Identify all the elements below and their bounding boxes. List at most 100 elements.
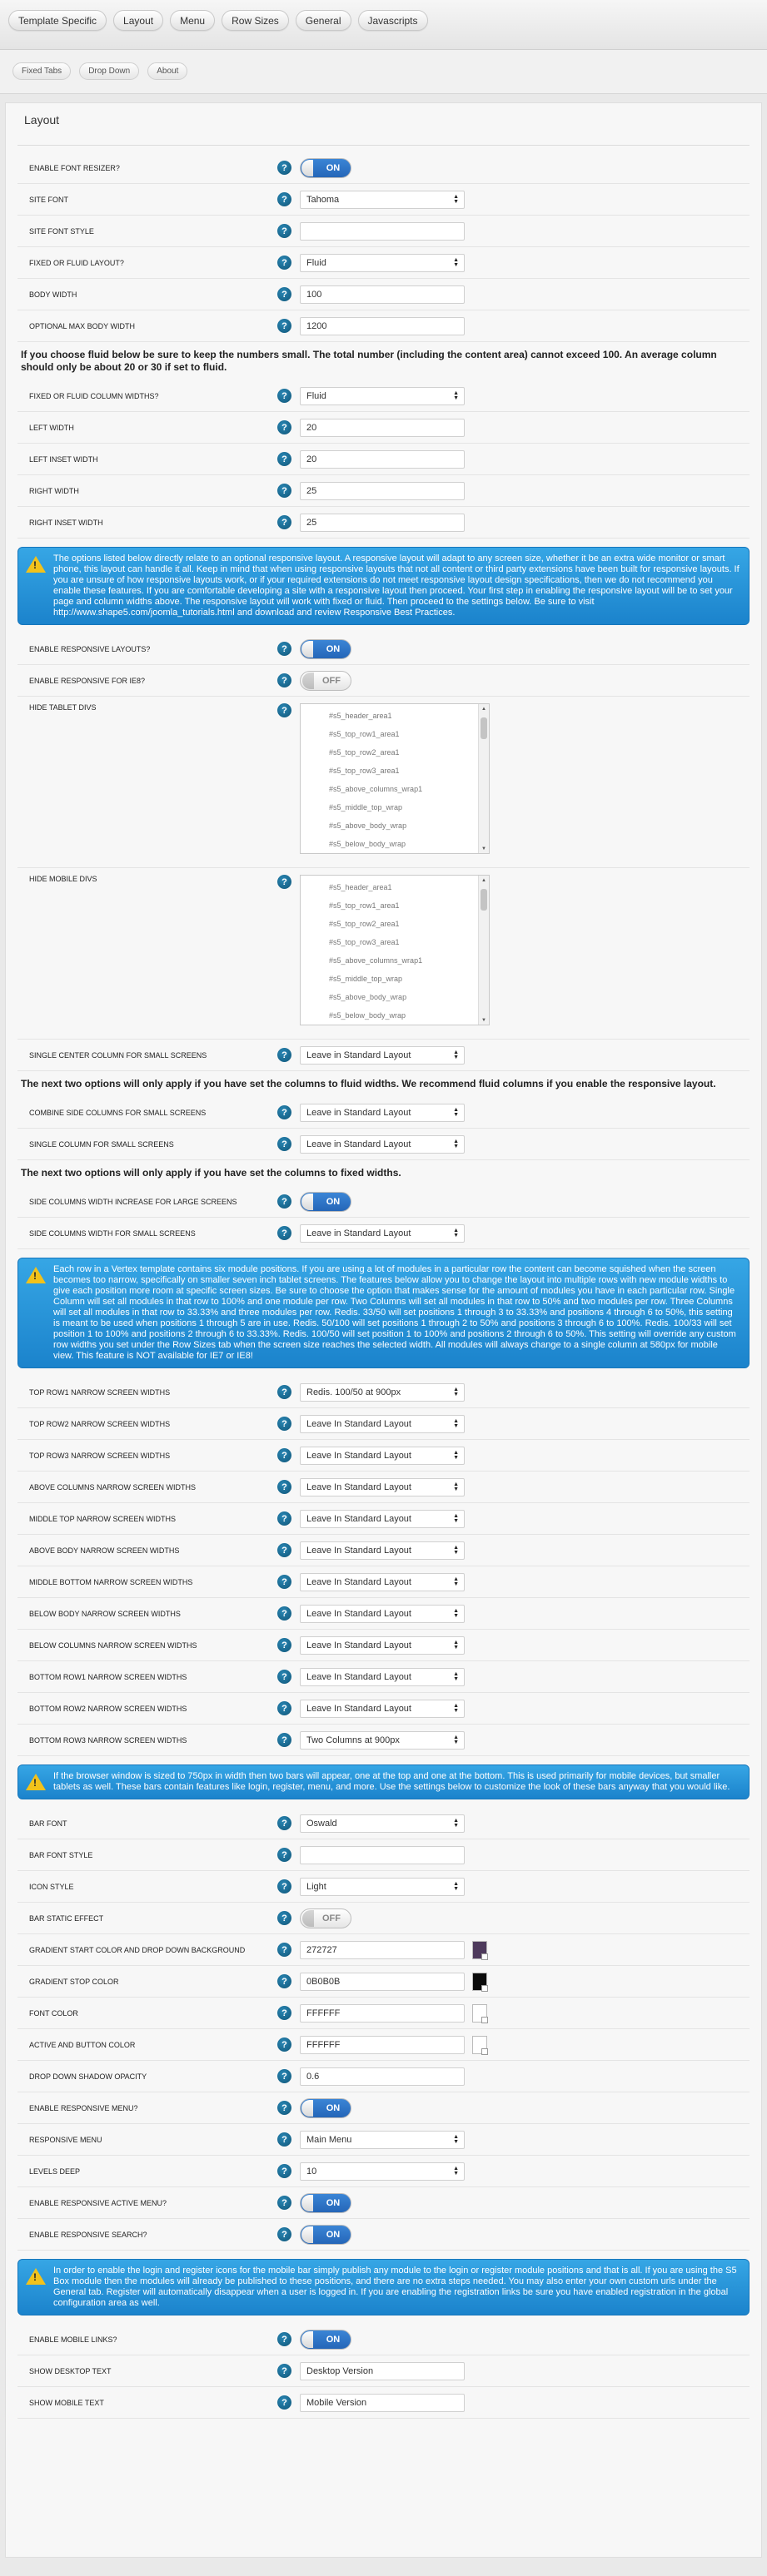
select-dropdown[interactable]: Leave in Standard Layout ▲ ▼ (300, 1134, 465, 1154)
help-icon[interactable]: ? (277, 1417, 291, 1431)
list-option[interactable]: #s5_middle_top_wrap (301, 970, 489, 988)
help-icon[interactable]: ? (277, 1974, 291, 1988)
subtab-about[interactable]: About (147, 62, 188, 80)
select-dropdown[interactable]: Redis. 100/50 at 900px ▲ ▼ (300, 1382, 465, 1402)
list-option[interactable]: #s5_above_columns_wrap1 (301, 951, 489, 970)
help-icon[interactable]: ? (277, 1226, 291, 1240)
tab-row-sizes[interactable]: Row Sizes (222, 10, 289, 31)
color-swatch[interactable] (472, 1940, 488, 1960)
help-icon[interactable]: ? (277, 1606, 291, 1621)
help-icon[interactable]: ? (277, 1480, 291, 1494)
text-input[interactable]: 272727 (300, 1940, 465, 1959)
help-icon[interactable]: ? (277, 452, 291, 466)
help-icon[interactable]: ? (277, 484, 291, 498)
help-icon[interactable]: ? (277, 642, 291, 656)
help-icon[interactable]: ? (277, 2132, 291, 2147)
text-input[interactable]: FFFFFF (300, 2035, 465, 2054)
list-option[interactable]: #s5_top_row1_area1 (301, 725, 489, 743)
help-icon[interactable]: ? (277, 875, 291, 889)
scroll-down-icon[interactable]: ▼ (481, 1018, 486, 1023)
help-icon[interactable]: ? (277, 2006, 291, 2020)
text-input[interactable] (300, 221, 465, 241)
help-icon[interactable]: ? (277, 420, 291, 434)
help-icon[interactable]: ? (277, 2037, 291, 2052)
help-icon[interactable]: ? (277, 1848, 291, 1862)
help-icon[interactable]: ? (277, 2069, 291, 2083)
text-input[interactable]: 20 (300, 449, 465, 469)
select-dropdown[interactable]: Leave in Standard Layout ▲ ▼ (300, 1103, 465, 1122)
help-icon[interactable]: ? (277, 256, 291, 270)
text-input[interactable]: 1200 (300, 316, 465, 335)
text-input[interactable]: 20 (300, 418, 465, 437)
help-icon[interactable]: ? (277, 703, 291, 717)
help-icon[interactable]: ? (277, 1943, 291, 1957)
select-dropdown[interactable]: Leave In Standard Layout ▲ ▼ (300, 1541, 465, 1560)
select-dropdown[interactable]: Leave In Standard Layout ▲ ▼ (300, 1635, 465, 1655)
list-option[interactable]: #s5_below_body_wrap (301, 1006, 489, 1025)
select-dropdown[interactable]: 10 ▲ ▼ (300, 2162, 465, 2181)
help-icon[interactable]: ? (277, 2196, 291, 2210)
list-option[interactable]: #s5_above_columns_wrap1 (301, 780, 489, 798)
help-icon[interactable]: ? (277, 1385, 291, 1399)
help-icon[interactable]: ? (277, 1701, 291, 1715)
select-dropdown[interactable]: Leave In Standard Layout ▲ ▼ (300, 1572, 465, 1591)
help-icon[interactable]: ? (277, 2364, 291, 2378)
tab-layout[interactable]: Layout (113, 10, 164, 31)
text-input[interactable]: 0B0B0B (300, 1972, 465, 1991)
list-option[interactable]: #s5_top_row2_area1 (301, 915, 489, 933)
scroll-down-icon[interactable]: ▼ (481, 846, 486, 851)
help-icon[interactable]: ? (277, 2332, 291, 2346)
scroll-up-icon[interactable]: ▲ (481, 878, 486, 883)
text-input[interactable]: 0.6 (300, 2067, 465, 2086)
scroll-up-icon[interactable]: ▲ (481, 707, 486, 712)
text-input[interactable]: 100 (300, 285, 465, 304)
tab-template-specific[interactable]: Template Specific (8, 10, 107, 31)
list-option[interactable]: #s5_top_row1_area1 (301, 896, 489, 915)
multi-select-list[interactable]: #s5_header_area1 #s5_top_row1_area1 #s5_to… (300, 703, 490, 854)
subtab-drop-down[interactable]: Drop Down (79, 62, 140, 80)
help-icon[interactable]: ? (277, 224, 291, 238)
select-dropdown[interactable]: Two Columns at 900px ▲ ▼ (300, 1730, 465, 1750)
help-icon[interactable]: ? (277, 1879, 291, 1894)
select-dropdown[interactable]: Leave In Standard Layout ▲ ▼ (300, 1477, 465, 1496)
toggle-switch[interactable]: OFF (300, 670, 351, 691)
toggle-switch[interactable]: ON (300, 2224, 351, 2245)
toggle-switch[interactable]: OFF (300, 1908, 351, 1928)
help-icon[interactable]: ? (277, 1670, 291, 1684)
scroll-thumb[interactable] (481, 889, 487, 911)
select-dropdown[interactable]: Leave in Standard Layout ▲ ▼ (300, 1223, 465, 1243)
scroll-thumb[interactable] (481, 717, 487, 739)
list-option[interactable]: #s5_below_body_wrap (301, 835, 489, 853)
help-icon[interactable]: ? (277, 1543, 291, 1557)
list-option[interactable]: #s5_top_row2_area1 (301, 743, 489, 762)
help-icon[interactable]: ? (277, 1816, 291, 1830)
select-dropdown[interactable]: Leave In Standard Layout ▲ ▼ (300, 1699, 465, 1718)
text-input[interactable]: FFFFFF (300, 2003, 465, 2023)
select-dropdown[interactable]: Fluid ▲ ▼ (300, 386, 465, 405)
toggle-switch[interactable]: ON (300, 2329, 351, 2350)
help-icon[interactable]: ? (277, 1575, 291, 1589)
select-dropdown[interactable]: Leave In Standard Layout ▲ ▼ (300, 1667, 465, 1686)
help-icon[interactable]: ? (277, 1137, 291, 1151)
select-dropdown[interactable]: Light ▲ ▼ (300, 1877, 465, 1896)
toggle-switch[interactable]: ON (300, 1191, 351, 1212)
text-input[interactable]: 25 (300, 481, 465, 500)
help-icon[interactable]: ? (277, 319, 291, 333)
color-swatch[interactable] (472, 1972, 488, 1992)
help-icon[interactable]: ? (277, 1638, 291, 1652)
select-dropdown[interactable]: Tahoma ▲ ▼ (300, 190, 465, 209)
select-dropdown[interactable]: Leave In Standard Layout ▲ ▼ (300, 1414, 465, 1433)
text-input[interactable]: Desktop Version (300, 2361, 465, 2380)
tab-menu[interactable]: Menu (170, 10, 216, 31)
help-icon[interactable]: ? (277, 161, 291, 175)
help-icon[interactable]: ? (277, 1448, 291, 1462)
help-icon[interactable]: ? (277, 2395, 291, 2410)
help-icon[interactable]: ? (277, 515, 291, 529)
help-icon[interactable]: ? (277, 1105, 291, 1119)
toggle-switch[interactable]: ON (300, 2097, 351, 2118)
toggle-switch[interactable]: ON (300, 2192, 351, 2213)
multi-select-list[interactable]: #s5_header_area1 #s5_top_row1_area1 #s5_to… (300, 875, 490, 1025)
list-option[interactable]: #s5_middle_top_wrap (301, 798, 489, 816)
scrollbar[interactable]: ▲ ▼ (478, 876, 489, 1025)
help-icon[interactable]: ? (277, 1911, 291, 1925)
